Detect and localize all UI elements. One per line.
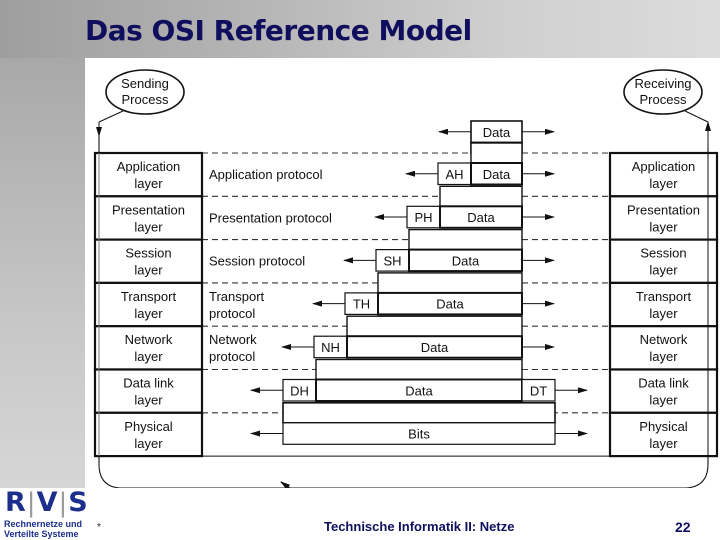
protocol-label: Presentation protocol: [209, 210, 332, 225]
payload-box-label: Data: [483, 167, 511, 182]
right-layer-name: layer: [649, 436, 678, 451]
stack-spacer: [377, 272, 523, 294]
protocol-label: protocol: [209, 306, 255, 321]
logo-letter-r: R: [5, 487, 27, 518]
osi-diagram-canvas: SendingProcessReceivingProcessApplicatio…: [93, 69, 719, 488]
right-layer-name: layer: [649, 349, 678, 364]
trailer-box-dt-label: DT: [530, 383, 547, 398]
header-box-nh-label: NH: [321, 340, 340, 355]
path-pointer-arrow: [280, 481, 291, 488]
left-layer-name: layer: [134, 349, 163, 364]
payload-box-label: Data: [467, 210, 495, 225]
header-box-ph-label: PH: [414, 210, 432, 225]
page-number: 22: [675, 519, 691, 535]
header-box-sh-label: SH: [383, 253, 401, 268]
left-layer-name: Presentation: [112, 202, 185, 217]
left-layer-name: layer: [134, 219, 163, 234]
right-layer-name: layer: [649, 219, 678, 234]
stack-spacer: [282, 401, 556, 424]
stack-spacer: [408, 228, 523, 251]
left-layer-name: layer: [134, 263, 163, 278]
left-layer-name: layer: [134, 306, 163, 321]
header-box-dh-label: DH: [290, 383, 309, 398]
page-title: Das OSI Reference Model: [85, 14, 472, 47]
right-layer-name: Physical: [639, 419, 688, 434]
payload-box-label: Data: [405, 383, 433, 398]
logo-letter-s: S: [68, 487, 89, 518]
rvs-logo: R|V|S Rechnernetze und Verteilte Systeme: [2, 488, 88, 540]
protocol-label: protocol: [209, 349, 255, 364]
sending-connector: [98, 110, 124, 123]
payload-box-label: Data: [452, 253, 480, 268]
right-layer-name: Presentation: [627, 202, 700, 217]
left-layer-name: layer: [134, 176, 163, 191]
footer-course-title: Technische Informatik II: Netze: [324, 519, 515, 534]
stack-spacer: [346, 315, 523, 337]
left-layer-name: layer: [134, 436, 163, 451]
protocol-label: Application protocol: [209, 167, 323, 182]
protocol-label: Transport: [209, 289, 265, 304]
footer-marker: *: [97, 522, 101, 533]
left-layer-name: layer: [134, 393, 163, 408]
header-box-th-label: TH: [353, 297, 370, 312]
stack-spacer: [470, 142, 523, 164]
right-layer-name: layer: [649, 263, 678, 278]
left-layer-name: Application: [117, 159, 181, 174]
payload-box-label: Data: [436, 297, 464, 312]
sending-process-label: Sending: [121, 76, 169, 91]
protocol-label: Network: [209, 332, 257, 347]
sending-process-label: Process: [122, 92, 169, 107]
stack-spacer: [439, 185, 523, 208]
header-box-ah-label: AH: [445, 167, 463, 182]
stack-spacer: [315, 358, 523, 381]
right-layer-name: Data link: [638, 376, 689, 391]
left-layer-name: Session: [125, 246, 171, 261]
top-data-box-label: Data: [483, 125, 511, 140]
right-layer-name: Application: [632, 159, 696, 174]
left-layer-name: Data link: [123, 376, 174, 391]
logo-subtitle-line: Verteilte Systeme: [4, 529, 79, 539]
payload-box-label: Data: [421, 340, 449, 355]
receiving-process-label: Process: [640, 92, 687, 107]
left-margin-background: [0, 58, 85, 488]
receiving-connector: [684, 110, 709, 123]
bits-box-label: Bits: [408, 427, 430, 442]
right-layer-name: Transport: [636, 289, 692, 304]
left-layer-name: Transport: [121, 289, 177, 304]
right-layer-name: Network: [640, 332, 688, 347]
right-layer-name: layer: [649, 393, 678, 408]
protocol-label: Session protocol: [209, 254, 305, 269]
right-layer-name: layer: [649, 306, 678, 321]
osi-diagram: Sending Process Receiving Process Applicatio…: [85, 58, 720, 488]
right-layer-name: Session: [640, 246, 686, 261]
left-layer-name: Physical: [124, 419, 173, 434]
logo-letters: R|V|S: [5, 487, 89, 518]
right-layer-name: layer: [649, 176, 678, 191]
left-layer-name: Network: [125, 332, 173, 347]
logo-letter-v: V: [36, 487, 59, 518]
logo-subtitle: Rechnernetze und Verteilte Systeme: [4, 519, 82, 539]
logo-subtitle-line: Rechnernetze und: [4, 519, 83, 529]
receiving-process-label: Receiving: [634, 76, 691, 91]
